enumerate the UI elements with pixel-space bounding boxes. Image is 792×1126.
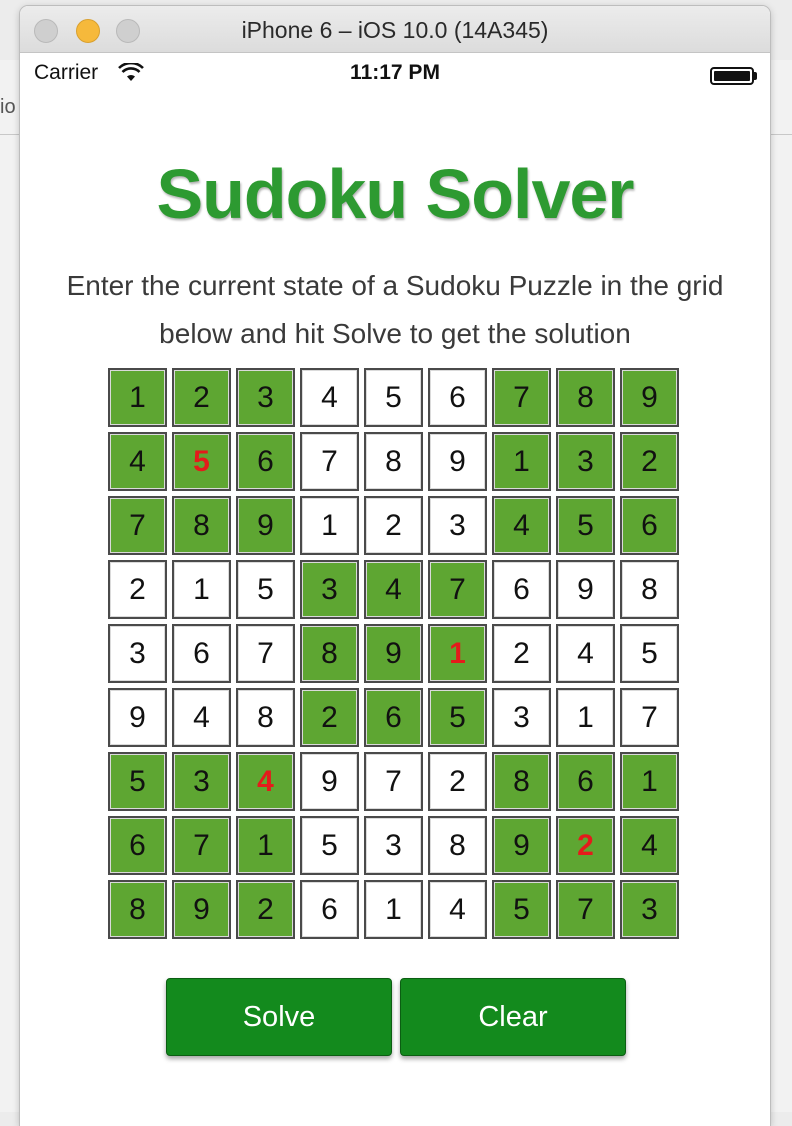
sudoku-cell[interactable]: 1	[236, 816, 295, 875]
sudoku-cell[interactable]: 9	[172, 880, 231, 939]
sudoku-cell[interactable]: 9	[620, 368, 679, 427]
sudoku-cell[interactable]: 7	[364, 752, 423, 811]
sudoku-cell[interactable]: 2	[620, 432, 679, 491]
sudoku-cell[interactable]: 2	[428, 752, 487, 811]
window-titlebar[interactable]: iPhone 6 – iOS 10.0 (14A345)	[20, 6, 770, 53]
sudoku-cell[interactable]: 3	[236, 368, 295, 427]
sudoku-cell[interactable]: 9	[108, 688, 167, 747]
sudoku-cell[interactable]: 5	[492, 880, 551, 939]
sudoku-cell[interactable]: 8	[172, 496, 231, 555]
sudoku-cell[interactable]: 5	[236, 560, 295, 619]
sudoku-cell[interactable]: 2	[236, 880, 295, 939]
sudoku-cell[interactable]: 2	[492, 624, 551, 683]
sudoku-cell[interactable]: 6	[620, 496, 679, 555]
sudoku-cell[interactable]: 1	[364, 880, 423, 939]
sudoku-cell[interactable]: 3	[428, 496, 487, 555]
sudoku-cell[interactable]: 7	[108, 496, 167, 555]
sudoku-cell[interactable]: 6	[492, 560, 551, 619]
sudoku-cell[interactable]: 3	[620, 880, 679, 939]
battery-tip	[754, 72, 757, 80]
sudoku-cell[interactable]: 8	[620, 560, 679, 619]
sudoku-cell[interactable]: 6	[300, 880, 359, 939]
sudoku-cell[interactable]: 6	[556, 752, 615, 811]
sudoku-cell[interactable]: 3	[492, 688, 551, 747]
sudoku-cell[interactable]: 6	[172, 624, 231, 683]
sudoku-cell[interactable]: 4	[620, 816, 679, 875]
app-title: Sudoku Solver	[156, 155, 634, 233]
sudoku-cell[interactable]: 5	[556, 496, 615, 555]
sudoku-cell[interactable]: 2	[556, 816, 615, 875]
sudoku-cell[interactable]: 5	[108, 752, 167, 811]
solve-button[interactable]: Solve	[166, 978, 392, 1056]
simulator-window: iPhone 6 – iOS 10.0 (14A345) Carrier 11:…	[20, 6, 770, 1126]
sudoku-cell[interactable]: 2	[364, 496, 423, 555]
window-title: iPhone 6 – iOS 10.0 (14A345)	[241, 17, 549, 43]
sudoku-cell[interactable]: 8	[108, 880, 167, 939]
sudoku-cell[interactable]: 5	[428, 688, 487, 747]
sudoku-grid: 1234567894567891327891234562153476983678…	[108, 368, 684, 944]
sudoku-cell[interactable]: 4	[364, 560, 423, 619]
sudoku-cell[interactable]: 8	[556, 368, 615, 427]
sudoku-cell[interactable]: 9	[556, 560, 615, 619]
sudoku-cell[interactable]: 4	[556, 624, 615, 683]
sudoku-cell[interactable]: 8	[236, 688, 295, 747]
sudoku-cell[interactable]: 9	[492, 816, 551, 875]
sudoku-cell[interactable]: 1	[300, 496, 359, 555]
sudoku-cell[interactable]: 2	[172, 368, 231, 427]
sudoku-cell[interactable]: 3	[556, 432, 615, 491]
battery-icon	[710, 67, 754, 85]
sudoku-cell[interactable]: 6	[428, 368, 487, 427]
sudoku-cell[interactable]: 8	[364, 432, 423, 491]
sudoku-cell[interactable]: 3	[364, 816, 423, 875]
sudoku-cell[interactable]: 7	[300, 432, 359, 491]
sudoku-cell[interactable]: 6	[236, 432, 295, 491]
status-time: 11:17 PM	[350, 61, 440, 84]
sudoku-cell[interactable]: 1	[620, 752, 679, 811]
sudoku-cell[interactable]: 9	[300, 752, 359, 811]
background-window-edge-left	[0, 60, 20, 1112]
sudoku-cell[interactable]: 3	[108, 624, 167, 683]
background-divider	[770, 134, 792, 135]
sudoku-cell[interactable]: 5	[300, 816, 359, 875]
sudoku-cell[interactable]: 7	[428, 560, 487, 619]
sudoku-cell[interactable]: 4	[108, 432, 167, 491]
sudoku-cell[interactable]: 8	[300, 624, 359, 683]
sudoku-cell[interactable]: 4	[236, 752, 295, 811]
sudoku-cell[interactable]: 1	[556, 688, 615, 747]
sudoku-cell[interactable]: 6	[108, 816, 167, 875]
sudoku-cell[interactable]: 2	[108, 560, 167, 619]
sudoku-cell[interactable]: 3	[172, 752, 231, 811]
instructions-text: Enter the current state of a Sudoku Puzz…	[66, 270, 724, 349]
sudoku-cell[interactable]: 5	[172, 432, 231, 491]
sudoku-cell[interactable]: 5	[364, 368, 423, 427]
sudoku-cell[interactable]: 9	[364, 624, 423, 683]
sudoku-cell[interactable]: 1	[172, 560, 231, 619]
sudoku-cell[interactable]: 6	[364, 688, 423, 747]
sudoku-cell[interactable]: 7	[172, 816, 231, 875]
sudoku-cell[interactable]: 7	[556, 880, 615, 939]
background-window-edge-right	[770, 60, 792, 1112]
sudoku-cell[interactable]: 7	[620, 688, 679, 747]
sudoku-cell[interactable]: 2	[300, 688, 359, 747]
sudoku-cell[interactable]: 9	[428, 432, 487, 491]
background-divider	[0, 134, 20, 135]
sudoku-cell[interactable]: 5	[620, 624, 679, 683]
sudoku-cell[interactable]: 4	[300, 368, 359, 427]
sudoku-cell[interactable]: 1	[492, 432, 551, 491]
sudoku-cell[interactable]: 8	[428, 816, 487, 875]
sudoku-cell[interactable]: 1	[108, 368, 167, 427]
sudoku-cell[interactable]: 8	[492, 752, 551, 811]
sudoku-cell[interactable]: 4	[492, 496, 551, 555]
clear-button[interactable]: Clear	[400, 978, 626, 1056]
sudoku-cell[interactable]: 9	[236, 496, 295, 555]
ios-status-bar: Carrier 11:17 PM	[20, 53, 770, 93]
sudoku-cell[interactable]: 4	[172, 688, 231, 747]
sudoku-cell[interactable]: 1	[428, 624, 487, 683]
sudoku-cell[interactable]: 4	[428, 880, 487, 939]
sudoku-cell[interactable]: 7	[492, 368, 551, 427]
background-window-text: io	[0, 96, 16, 118]
sudoku-cell[interactable]: 3	[300, 560, 359, 619]
sudoku-cell[interactable]: 7	[236, 624, 295, 683]
